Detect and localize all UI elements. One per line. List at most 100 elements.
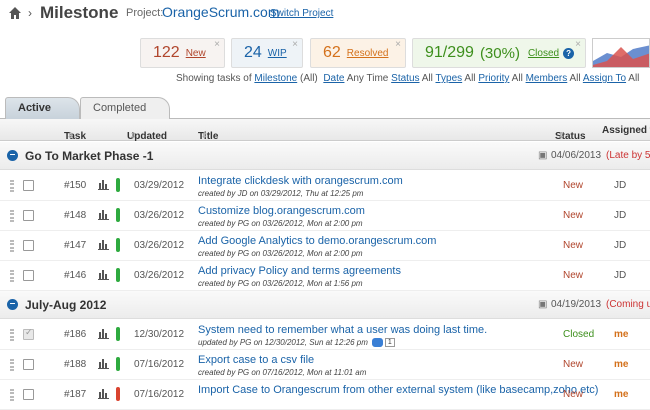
task-title-link[interactable]: Export case to a csv file [198,354,314,366]
priority-indicator [116,208,120,222]
drag-handle-icon[interactable] [10,210,14,222]
task-meta-text: created by PG on 03/26/2012, Mon at 2:00… [198,219,363,228]
updated-date: 07/16/2012 [134,389,185,400]
row-checkbox[interactable] [23,180,34,191]
status-badge: Closed [563,329,595,340]
assignee: JD [614,240,627,251]
task-number[interactable]: #186 [64,329,86,340]
collapse-icon[interactable]: – [7,299,18,310]
task-title-link[interactable]: Import Case to Orangescrum from other ex… [198,384,598,396]
updated-date: 03/26/2012 [134,270,185,281]
row-checkbox[interactable] [23,327,34,340]
assignee: me [614,329,629,340]
filter-milestone-value: (All) [299,73,318,84]
task-title-link[interactable]: Customize blog.orangescrum.com [198,205,365,217]
status-badge: New [563,270,584,281]
breadcrumb-separator: › [28,6,32,20]
help-icon[interactable]: ? [563,47,575,59]
burndown-mini-chart[interactable] [592,38,650,68]
calendar-icon: ▣ [538,299,548,310]
row-checkbox[interactable] [23,270,34,281]
milestone-name[interactable]: July-Aug 2012 [25,298,106,312]
updated-date: 03/26/2012 [134,240,185,251]
priority-indicator [116,357,120,371]
task-number[interactable]: #147 [64,240,86,251]
milestone-group-header: – Go To Market Phase -1 ▣ 04/06/2013 (Late b… [0,142,650,170]
table-row: #188 07/16/2012 Export case to a csv file c… [0,350,650,380]
comment-count[interactable]: 1 [384,338,395,348]
stat-closed-percent: (30%) [479,44,520,62]
filter-types[interactable]: Types [435,73,462,84]
stat-new-count: 122 [153,44,180,61]
drag-handle-icon[interactable] [10,359,14,371]
milestone-name[interactable]: Go To Market Phase -1 [25,149,153,163]
filter-priority[interactable]: Priority [478,73,509,84]
task-number[interactable]: #150 [64,180,86,191]
filter-bar: Showing tasks of Milestone (All) Date An… [176,73,639,84]
column-assigned-to[interactable]: Assigned to [602,125,650,136]
stat-closed[interactable]: 91/299 (30%) Closed ? × [412,38,586,68]
priority-indicator [116,238,120,252]
filter-assign-to[interactable]: Assign To [583,73,626,84]
drag-handle-icon[interactable] [10,240,14,252]
drag-handle-icon[interactable] [10,180,14,192]
status-badge: New [563,389,584,400]
task-number[interactable]: #146 [64,270,86,281]
task-title-link[interactable]: Integrate clickdesk with orangescrum.com [198,175,403,187]
table-header: Task⇕ Updated⇕ Title⇕ Status⇕ Assigned t… [0,119,650,142]
stat-resolved-label[interactable]: Resolved [347,48,389,59]
bar-chart-icon[interactable] [98,239,109,250]
tab-active[interactable]: Active [5,97,80,120]
page-title: Milestone [40,3,119,22]
stat-wip[interactable]: 24 WIP × [231,38,303,68]
task-number[interactable]: #148 [64,210,86,221]
close-icon[interactable]: × [292,39,298,50]
stat-new[interactable]: 122 New × [140,38,225,68]
bar-chart-icon[interactable] [98,328,109,339]
updated-date: 12/30/2012 [134,329,185,340]
comment-icon[interactable] [371,338,383,348]
filter-date[interactable]: Date [323,73,344,84]
table-row: #147 03/26/2012 Add Google Analytics to de… [0,231,650,261]
task-title-link[interactable]: Add privacy Policy and terms agreements [198,265,401,277]
close-icon[interactable]: × [214,39,220,50]
collapse-icon[interactable]: – [7,150,18,161]
drag-handle-icon[interactable] [10,270,14,282]
task-title-link[interactable]: Add Google Analytics to demo.orangescrum… [198,235,436,247]
tab-completed[interactable]: Completed [80,97,170,119]
assignee: JD [614,270,627,281]
close-icon[interactable]: × [575,39,581,50]
task-meta-text: created by PG on 07/16/2012, Mon at 11:0… [198,368,367,377]
row-checkbox[interactable] [23,240,34,251]
row-checkbox[interactable] [23,210,34,221]
bar-chart-icon[interactable] [98,388,109,399]
stat-new-label[interactable]: New [186,48,206,59]
row-checkbox[interactable] [23,389,34,400]
filter-status[interactable]: Status [391,73,419,84]
task-number[interactable]: #188 [64,359,86,370]
filter-date-value: Any Time [346,73,389,84]
switch-project-link[interactable]: Switch Project [270,8,333,19]
task-number[interactable]: #187 [64,389,86,400]
assignee: me [614,359,629,370]
home-icon[interactable] [8,6,22,20]
stat-resolved[interactable]: 62 Resolved × [310,38,406,68]
priority-indicator [116,327,120,341]
bar-chart-icon[interactable] [98,358,109,369]
filter-status-value: All [421,73,433,84]
stat-closed-label[interactable]: Closed [528,48,559,59]
bar-chart-icon[interactable] [98,179,109,190]
bar-chart-icon[interactable] [98,269,109,280]
stat-wip-label[interactable]: WIP [268,48,287,59]
filter-members[interactable]: Members [526,73,568,84]
filter-milestone[interactable]: Milestone [254,73,297,84]
drag-handle-icon[interactable] [10,389,14,401]
close-icon[interactable]: × [395,39,401,50]
updated-date: 03/29/2012 [134,180,185,191]
task-title-link[interactable]: System need to remember what a user was … [198,324,487,336]
row-checkbox[interactable] [23,359,34,370]
tab-bar: Completed Active [0,95,650,120]
bar-chart-icon[interactable] [98,209,109,220]
drag-handle-icon[interactable] [10,329,14,341]
filter-priority-value: All [511,73,523,84]
